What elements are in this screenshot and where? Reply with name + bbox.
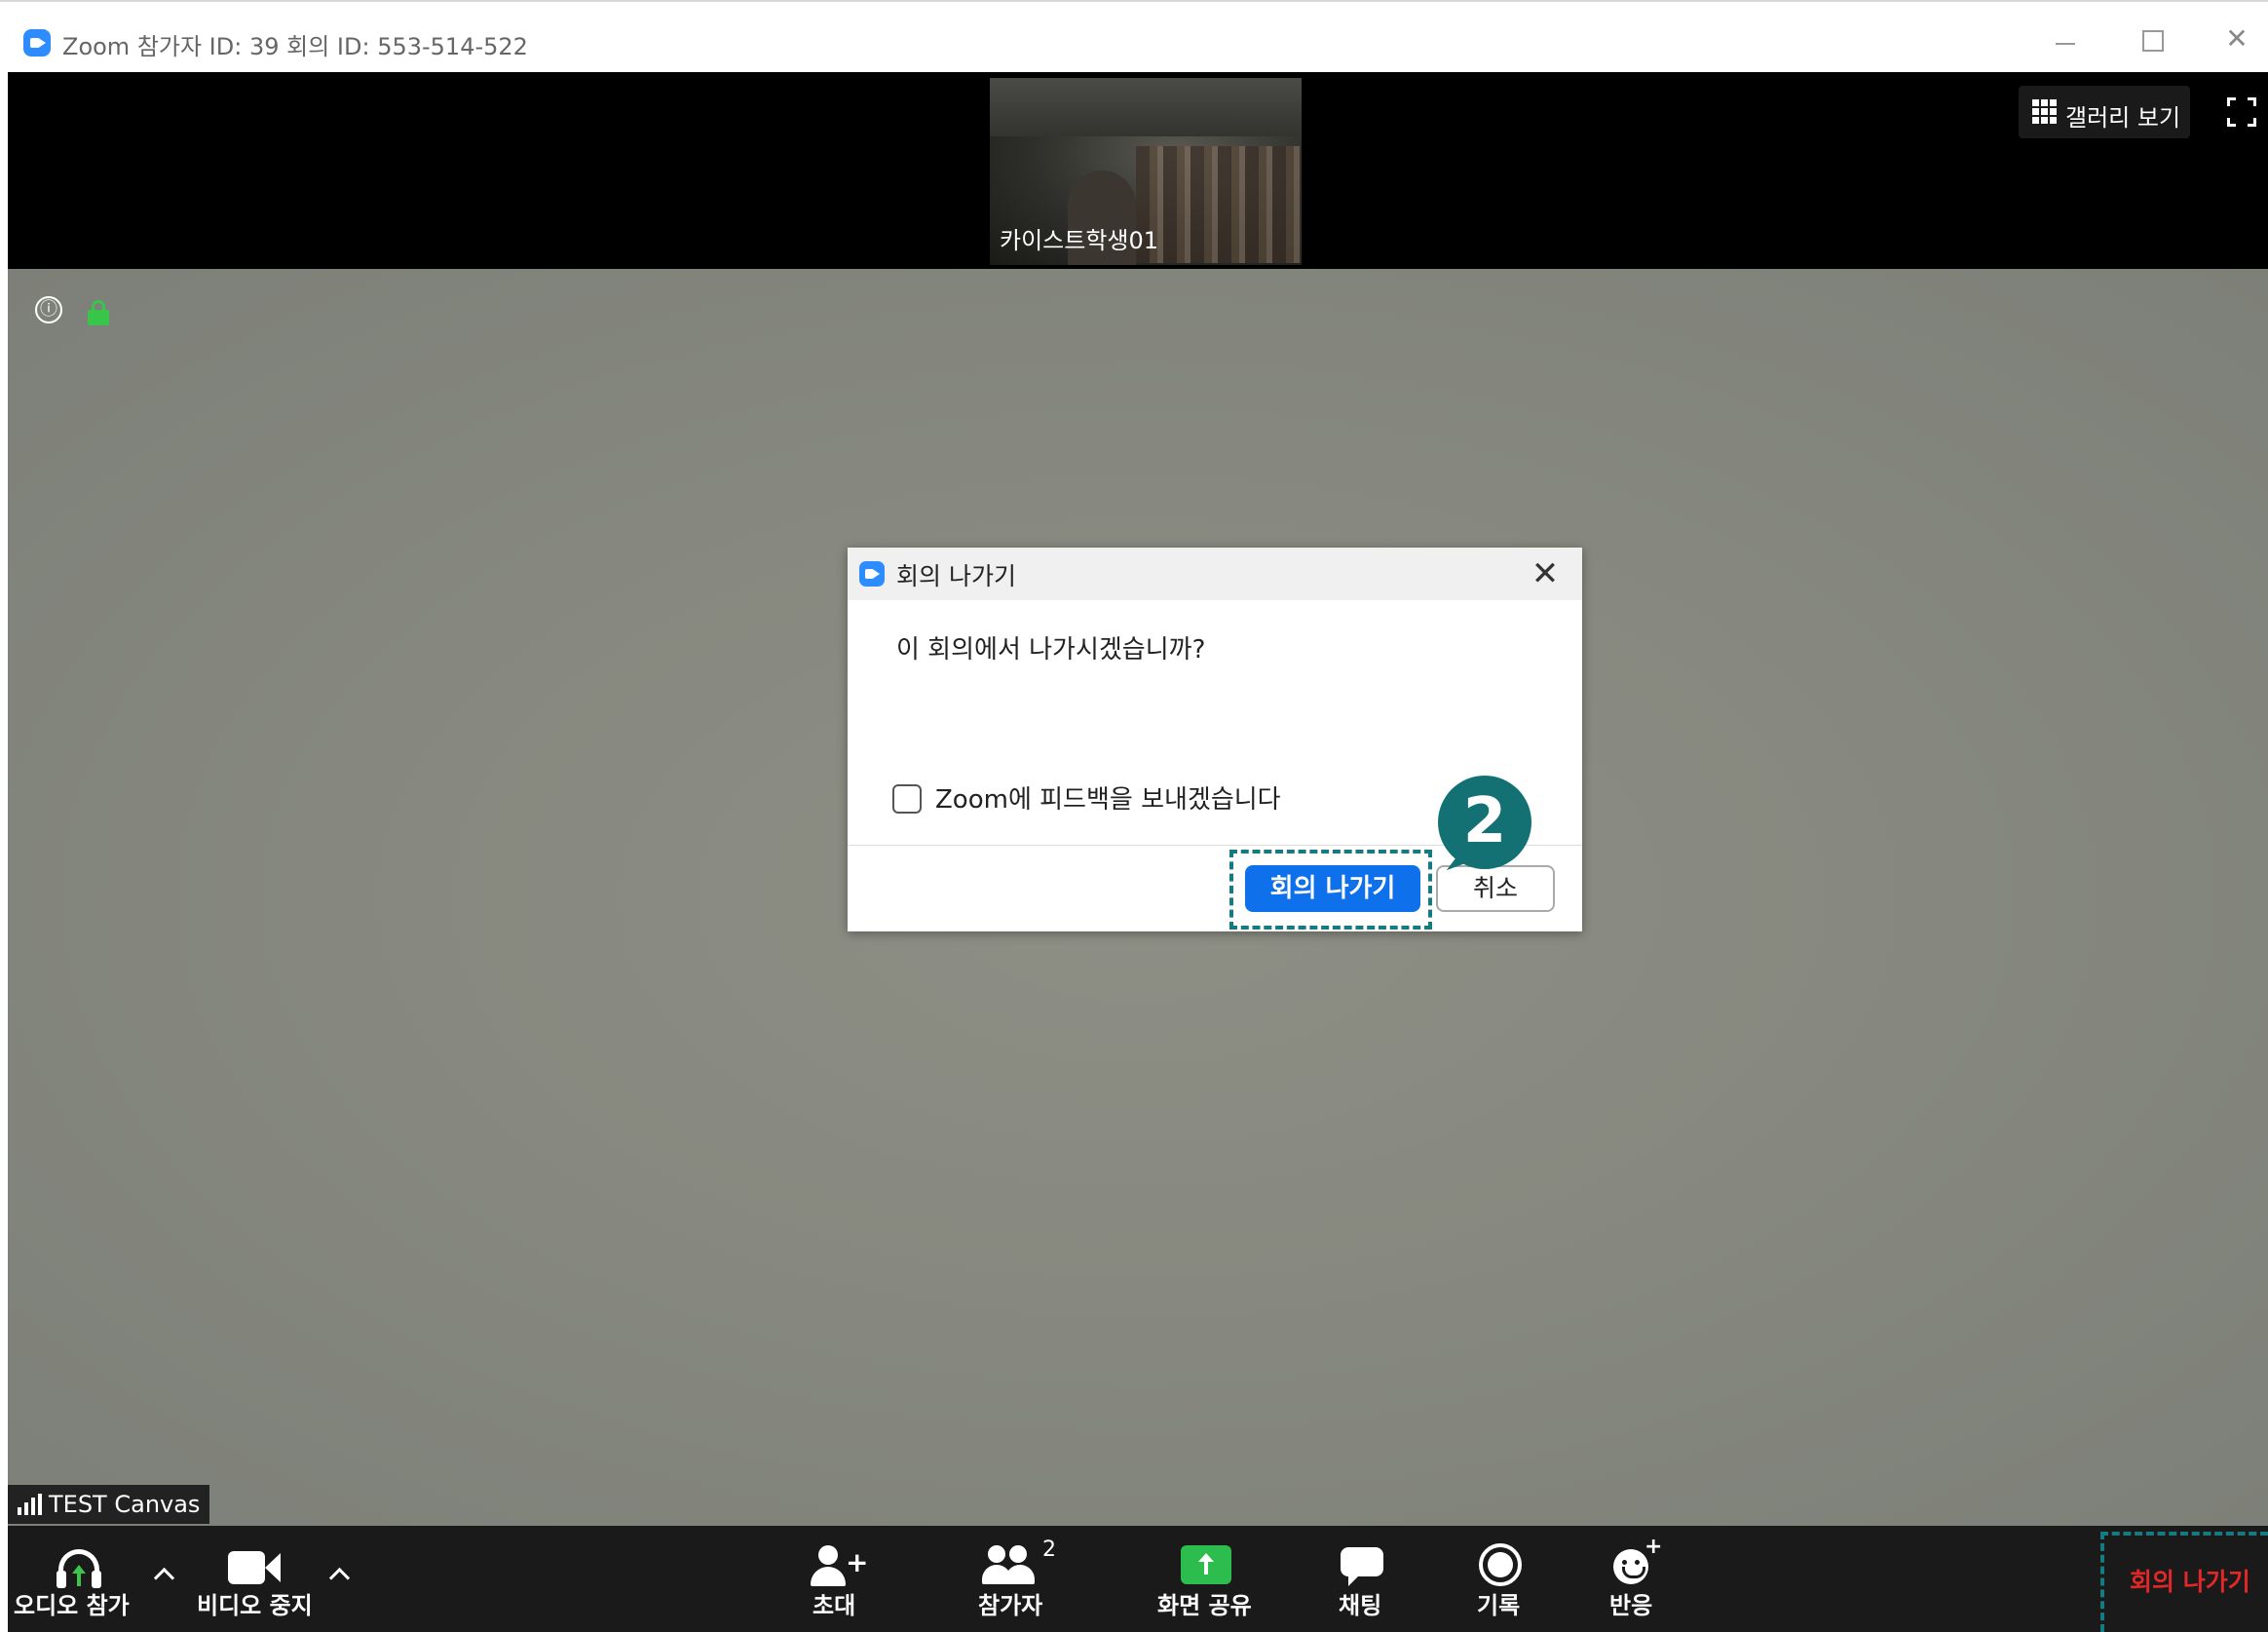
participants-count: 2 [1042,1537,1056,1562]
step-number: 2 [1462,785,1507,857]
zoom-logo-icon [23,29,51,57]
participants-icon[interactable] [982,1545,1037,1588]
share-screen-label: 화면 공유 [1157,1592,1252,1619]
maximize-icon[interactable] [2132,19,2171,58]
title-bar: Zoom 참가자 ID: 39 회의 ID: 553-514-522 ✕ [0,0,2268,72]
speaker-name-tag: TEST Canvas [8,1485,210,1524]
dialog-close-icon[interactable]: ✕ [1530,557,1561,590]
invite-label: 초대 [813,1592,856,1619]
record-icon[interactable] [1479,1543,1522,1586]
thumbnail-ceiling [990,78,1302,136]
participant-thumbnail[interactable]: 카이스트학생01 [990,78,1302,265]
zoom-logo-icon [859,561,885,587]
join-audio-label: 오디오 참가 [14,1592,130,1619]
share-screen-icon[interactable] [1181,1545,1231,1584]
fullscreen-icon[interactable] [2227,97,2256,127]
headphones-icon[interactable] [55,1549,103,1588]
dialog-header: 회의 나가기 ✕ [848,548,1582,600]
reactions-label: 반응 [1609,1592,1653,1619]
participants-label: 참가자 [978,1592,1043,1619]
chat-label: 채팅 [1339,1592,1382,1619]
video-options-chevron-up-icon[interactable] [327,1563,351,1582]
gallery-view-button[interactable]: 갤러리 보기 [2019,86,2190,138]
add-user-icon[interactable]: + [811,1545,868,1588]
feedback-checkbox[interactable] [892,784,922,814]
feedback-checkbox-label[interactable]: Zoom에 피드백을 보내겠습니다 [935,779,1281,816]
dialog-title: 회의 나가기 [896,562,1016,590]
signal-strength-icon [18,1494,43,1515]
video-camera-icon[interactable] [228,1551,281,1584]
stop-video-label: 비디오 중지 [197,1592,313,1619]
participant-name: 카이스트학생01 [1000,227,1159,254]
close-window-icon[interactable]: ✕ [2217,19,2256,58]
end-meeting-button[interactable]: 회의 나가기 [2130,1563,2250,1598]
speaker-name: TEST Canvas [49,1491,201,1518]
minimize-icon[interactable] [2046,19,2085,58]
lock-icon[interactable] [88,300,109,325]
chat-icon[interactable] [1341,1547,1383,1586]
leave-meeting-dialog: 회의 나가기 ✕ 이 회의에서 나가시겠습니까? Zoom에 피드백을 보내겠습… [848,548,1582,931]
reactions-icon[interactable]: + [1613,1537,1662,1586]
cancel-button[interactable]: 취소 [1436,865,1555,912]
record-label: 기록 [1477,1592,1521,1619]
audio-options-chevron-up-icon[interactable] [152,1563,175,1582]
info-icon[interactable]: ⓘ [35,296,62,323]
grid-icon [2032,99,2058,125]
step-badge: 2 [1438,776,1531,871]
gallery-view-label: 갤러리 보기 [2065,104,2181,132]
dialog-message: 이 회의에서 나가시겠습니까? [896,635,1206,664]
leave-button-highlight [1229,850,1432,930]
window-title: Zoom 참가자 ID: 39 회의 ID: 553-514-522 [62,33,528,60]
thumbnail-shelves [1136,146,1302,263]
